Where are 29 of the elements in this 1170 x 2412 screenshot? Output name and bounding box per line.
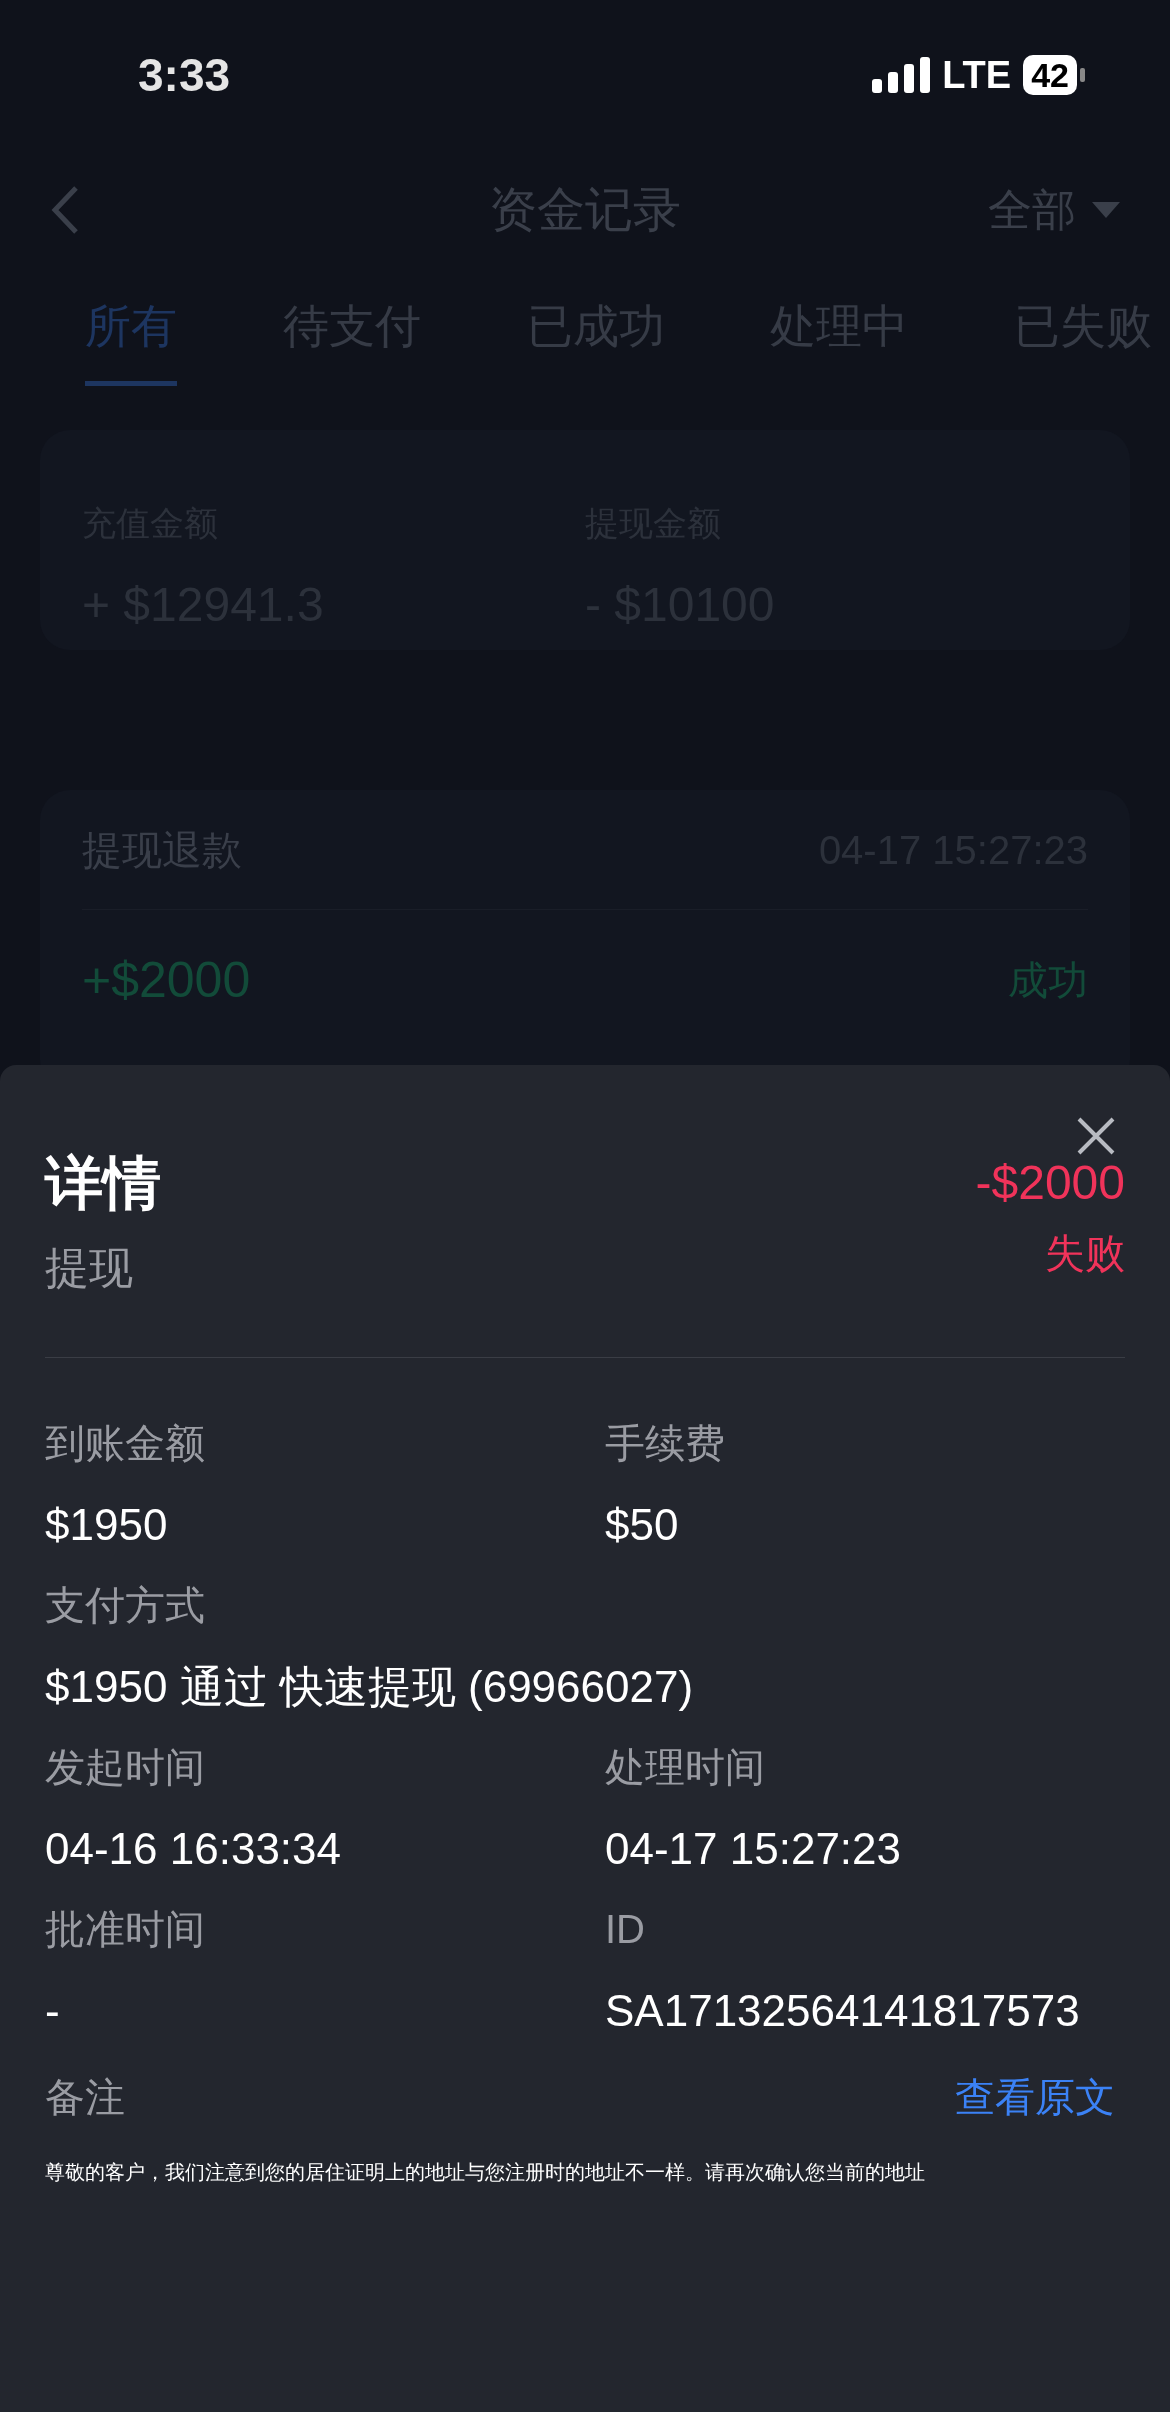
field-value: 04-17 15:27:23 <box>605 1823 903 1875</box>
field-value: $50 <box>605 1499 680 1551</box>
field-label: 手续费 <box>605 1420 726 1467</box>
field-label: 发起时间 <box>45 1744 206 1791</box>
field-label: 备注 <box>45 2074 125 2121</box>
field-label: 到账金额 <box>45 1420 206 1467</box>
field-label: ID <box>605 1906 646 1953</box>
remark-text: 尊敬的客户，我们注意到您的居住证明上的地址与您注册时的地址不一样。请再次确认您当前的地址 <box>45 2160 926 2185</box>
caret-icon <box>1092 202 1120 218</box>
field-label: 处理时间 <box>605 1744 766 1791</box>
sheet-title: 详情 <box>45 1149 161 1217</box>
transaction-status: 失败 <box>1045 1230 1125 1277</box>
field-value: $1950 <box>45 1499 169 1551</box>
status-time: 3:33 <box>138 47 231 103</box>
battery-indicator: 42 <box>1023 55 1077 95</box>
field-value: 04-16 16:33:34 <box>45 1823 343 1875</box>
battery-cap-icon <box>1080 68 1085 82</box>
close-icon[interactable] <box>1077 1117 1115 1155</box>
field-label: 支付方式 <box>45 1582 206 1629</box>
network-label: LTE <box>942 52 1012 98</box>
view-original-link[interactable]: 查看原文 <box>955 2067 1115 2127</box>
transaction-amount: -$2000 <box>975 1155 1125 1211</box>
transaction-type: 提现 <box>45 1242 134 1294</box>
field-value: $1950 通过 快速提现 (69966027) <box>45 1661 695 1713</box>
field-value: - <box>45 1985 61 2037</box>
field-label: 批准时间 <box>45 1906 206 1953</box>
field-value: SA17132564141817573 <box>605 1985 1081 2037</box>
signal-icon <box>872 57 931 93</box>
tab[interactable]: 所有 <box>85 292 177 386</box>
